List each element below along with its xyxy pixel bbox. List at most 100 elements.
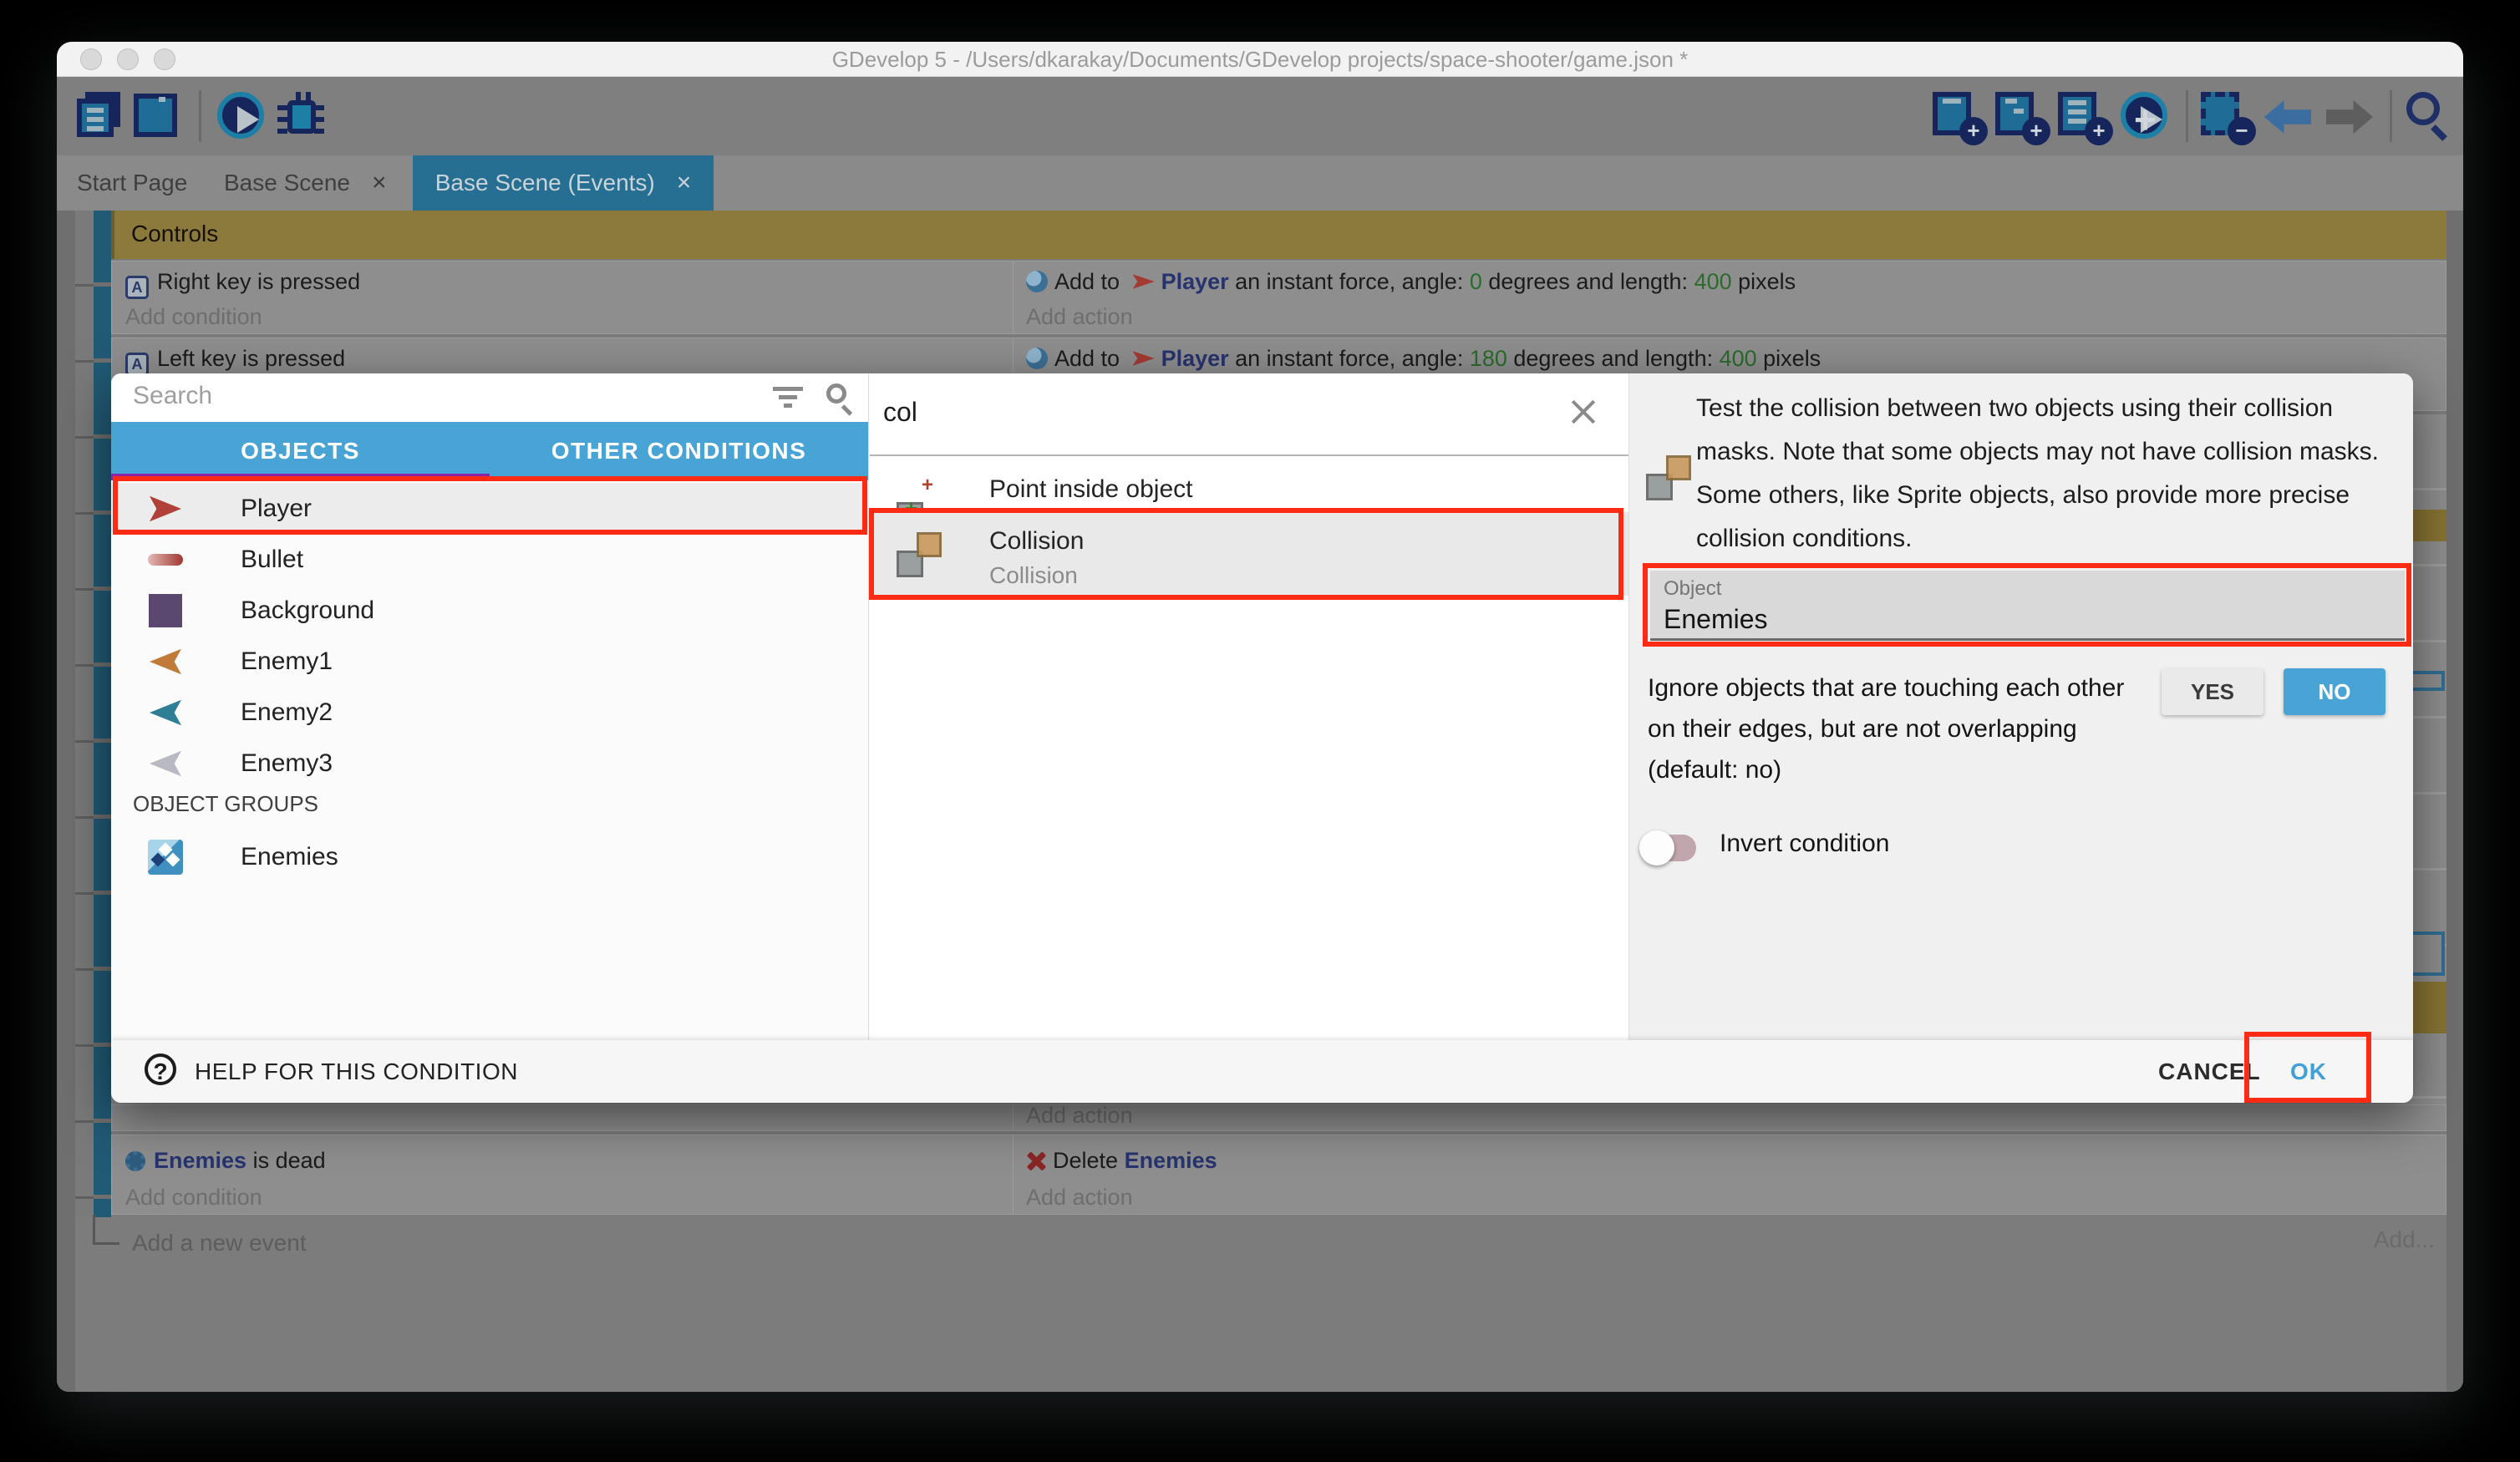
add-condition-link[interactable]: Add condition — [125, 1179, 262, 1216]
add-more-link[interactable]: Add... — [2374, 1226, 2435, 1253]
collision-icon — [1646, 454, 1693, 500]
main-toolbar: + + + + − — [57, 77, 2463, 155]
sheet-left-margin — [57, 211, 75, 1392]
action-text[interactable]: Add to Player an instant force, angle: 1… — [1026, 340, 1821, 377]
object-parameter-field[interactable]: Object Enemies — [1650, 571, 2405, 641]
add-subevent-icon[interactable]: + — [1995, 92, 2042, 139]
object-row-enemy3[interactable]: Enemy3 — [111, 738, 869, 789]
result-collision[interactable]: Collision Collision — [870, 512, 1628, 596]
force-icon — [1026, 271, 1048, 292]
tab-base-scene-events[interactable]: Base Scene (Events)× — [413, 155, 714, 211]
action-text[interactable]: Delete Enemies — [1026, 1142, 1217, 1179]
event-row[interactable]: Add action — [111, 1104, 2446, 1131]
preview-play-icon[interactable] — [217, 92, 264, 139]
object-field-value: Enemies — [1664, 604, 1768, 635]
delete-event-icon[interactable]: − — [2201, 92, 2248, 139]
condition-search-value: col — [883, 397, 917, 428]
collision-icon — [897, 530, 943, 577]
window-title: GDevelop 5 - /Users/dkarakay/Documents/G… — [57, 42, 2463, 77]
comment-event[interactable]: Controls — [111, 211, 2446, 259]
object-row-background[interactable]: Background — [111, 585, 869, 637]
action-text[interactable]: Add to Player an instant force, angle: 0… — [1026, 263, 1796, 300]
conditions-results-panel: col ++ Point inside object Collision Col… — [870, 373, 1629, 1040]
player-object-icon — [1133, 272, 1155, 291]
title-bar: GDevelop 5 - /Users/dkarakay/Documents/G… — [57, 42, 2463, 77]
help-icon[interactable]: ? — [145, 1053, 176, 1085]
condition-action-divider — [1013, 261, 1014, 333]
object-field-label: Object — [1664, 577, 1721, 601]
comment-text: Controls — [131, 221, 2446, 247]
condition-text[interactable]: ARight key is pressed — [125, 263, 360, 300]
tab-start-page[interactable]: Start Page — [65, 155, 199, 211]
add-condition-link[interactable]: Add condition — [125, 298, 262, 335]
choose-condition-dialog: Search OBJECTS OTHER CONDITIONS Player — [111, 373, 2413, 1103]
keyboard-key-icon: A — [125, 353, 149, 376]
ok-button[interactable]: OK — [2250, 1040, 2367, 1103]
no-button[interactable]: NO — [2284, 668, 2385, 715]
event-tree-connector — [93, 1215, 119, 1245]
add-new-event-link[interactable]: Add a new event — [132, 1230, 307, 1256]
invert-condition-toggle[interactable] — [1643, 835, 1696, 861]
condition-text[interactable]: ALeft key is pressed — [125, 340, 345, 377]
event-selection-strips — [94, 211, 111, 1217]
condition-action-divider — [1013, 1105, 1014, 1130]
add-action-link[interactable]: Add action — [1026, 1179, 1133, 1216]
delete-x-icon — [1026, 1152, 1044, 1170]
yes-button[interactable]: YES — [2162, 668, 2263, 715]
close-tab-icon[interactable]: × — [372, 155, 387, 211]
search-events-icon[interactable] — [2406, 92, 2440, 125]
toolbar-separator — [2186, 90, 2188, 142]
project-manager-icon[interactable] — [77, 92, 124, 139]
help-link[interactable]: HELP FOR THIS CONDITION — [195, 1058, 518, 1085]
invert-condition-label: Invert condition — [1720, 830, 1889, 858]
tab-base-scene[interactable]: Base Scene× — [207, 155, 404, 211]
background-object-icon — [146, 591, 185, 630]
toggle-knob — [1639, 830, 1674, 866]
event-row[interactable]: ARight key is pressed Add condition Add … — [111, 261, 2446, 334]
condition-action-divider — [1013, 1135, 1014, 1214]
screenshot-stage: GDevelop 5 - /Users/dkarakay/Documents/G… — [0, 0, 2520, 1462]
object-groups-header: OBJECT GROUPS — [133, 791, 318, 817]
toolbar-separator — [199, 90, 201, 142]
event-gutter — [75, 211, 94, 1217]
object-row-enemy1[interactable]: Enemy1 — [111, 636, 869, 688]
enemies-group-icon — [146, 838, 185, 876]
undo-icon[interactable] — [2264, 100, 2311, 134]
condition-text[interactable]: Enemies is dead — [125, 1142, 326, 1179]
editor-tab-bar: Start Page Base Scene× Base Scene (Event… — [57, 155, 2463, 211]
gear-icon — [125, 1151, 145, 1171]
add-action-link[interactable]: Add action — [1026, 298, 1133, 335]
choose-add-event-icon[interactable]: + — [2121, 92, 2167, 139]
redo-icon[interactable] — [2326, 100, 2373, 134]
object-row-bullet[interactable]: Bullet — [111, 534, 869, 586]
dialog-bottom-bar: ? HELP FOR THIS CONDITION CANCEL OK — [111, 1040, 2413, 1103]
clear-search-icon[interactable] — [1567, 395, 1600, 429]
force-icon — [1026, 348, 1048, 369]
player-object-icon — [1133, 349, 1155, 368]
object-search-input[interactable]: Search — [111, 373, 868, 422]
tab-other-conditions[interactable]: OTHER CONDITIONS — [490, 422, 868, 480]
condition-search-input[interactable]: col — [870, 373, 1628, 456]
condition-source-tabs: OBJECTS OTHER CONDITIONS — [111, 422, 868, 480]
condition-description: Test the collision between two objects u… — [1696, 387, 2408, 561]
bullet-object-icon — [146, 541, 185, 579]
debug-icon[interactable] — [277, 92, 324, 139]
toolbar-separator — [2390, 90, 2392, 142]
add-event-icon[interactable]: + — [1933, 92, 1979, 139]
app-window: GDevelop 5 - /Users/dkarakay/Documents/G… — [57, 42, 2463, 1392]
object-row-enemies-group[interactable]: Enemies — [111, 831, 869, 883]
filter-icon[interactable] — [773, 387, 803, 410]
close-tab-icon[interactable]: × — [677, 155, 692, 211]
add-comment-icon[interactable]: + — [2058, 92, 2105, 139]
event-row[interactable]: Enemies is dead Add condition Delete Ene… — [111, 1135, 2446, 1215]
object-row-player[interactable]: Player — [111, 483, 869, 533]
enemy3-object-icon — [146, 744, 185, 783]
active-tab-underline — [111, 474, 490, 480]
player-object-icon — [146, 490, 185, 528]
tab-objects[interactable]: OBJECTS — [111, 422, 490, 480]
keyboard-key-icon: A — [125, 276, 149, 299]
object-row-enemy2[interactable]: Enemy2 — [111, 687, 869, 739]
scene-editor-icon[interactable] — [134, 92, 180, 139]
cancel-button[interactable]: CANCEL — [2158, 1058, 2261, 1085]
search-icon[interactable] — [826, 383, 846, 404]
